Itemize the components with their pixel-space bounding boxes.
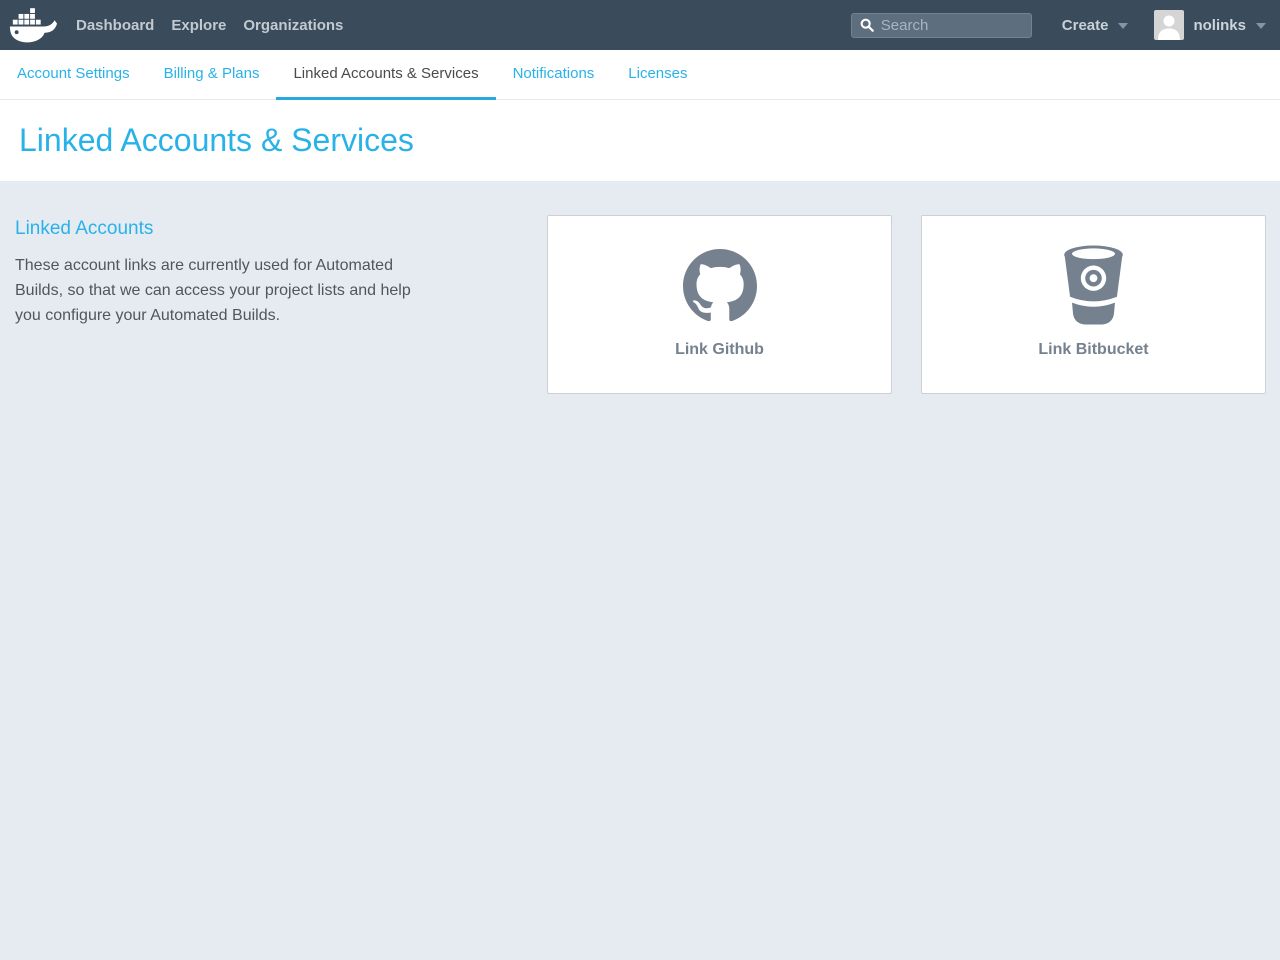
- link-bitbucket-card[interactable]: Link Bitbucket: [921, 215, 1266, 394]
- link-github-card[interactable]: Link Github: [547, 215, 892, 394]
- nav-link-organizations[interactable]: Organizations: [243, 17, 343, 34]
- tab-linked-accounts-services[interactable]: Linked Accounts & Services: [276, 50, 495, 100]
- tab-notifications[interactable]: Notifications: [496, 50, 612, 100]
- nav-link-explore[interactable]: Explore: [171, 17, 226, 34]
- page-title: Linked Accounts & Services: [19, 122, 414, 159]
- username-label[interactable]: nolinks: [1193, 17, 1246, 34]
- search-box[interactable]: [851, 13, 1032, 38]
- linked-accounts-intro: Linked Accounts These account links are …: [15, 215, 420, 328]
- tab-licenses[interactable]: Licenses: [611, 50, 704, 100]
- top-navbar: Dashboard Explore Organizations Create n…: [0, 0, 1280, 50]
- search-icon: [860, 18, 874, 32]
- create-button[interactable]: Create: [1062, 17, 1109, 34]
- nav-link-dashboard[interactable]: Dashboard: [76, 17, 154, 34]
- link-github-label: Link Github: [675, 341, 764, 359]
- link-cards: Link Github Link Bitbucket: [547, 215, 1266, 394]
- search-input[interactable]: [881, 17, 1023, 34]
- github-icon: [683, 244, 757, 328]
- tab-account-settings[interactable]: Account Settings: [0, 50, 147, 100]
- title-bar: Linked Accounts & Services: [0, 100, 1280, 181]
- link-bitbucket-label: Link Bitbucket: [1038, 341, 1148, 359]
- docker-logo-icon[interactable]: [8, 7, 58, 44]
- bitbucket-icon: [1062, 244, 1125, 328]
- create-caret-down-icon[interactable]: [1118, 23, 1128, 29]
- section-heading: Linked Accounts: [15, 218, 420, 240]
- user-menu-caret-down-icon[interactable]: [1256, 23, 1266, 29]
- user-avatar[interactable]: [1154, 10, 1184, 40]
- tab-billing-plans[interactable]: Billing & Plans: [147, 50, 277, 100]
- section-description: These account links are currently used f…: [15, 253, 420, 328]
- main-content: Linked Accounts These account links are …: [0, 181, 1280, 960]
- settings-tabbar: Account Settings Billing & Plans Linked …: [0, 50, 1280, 100]
